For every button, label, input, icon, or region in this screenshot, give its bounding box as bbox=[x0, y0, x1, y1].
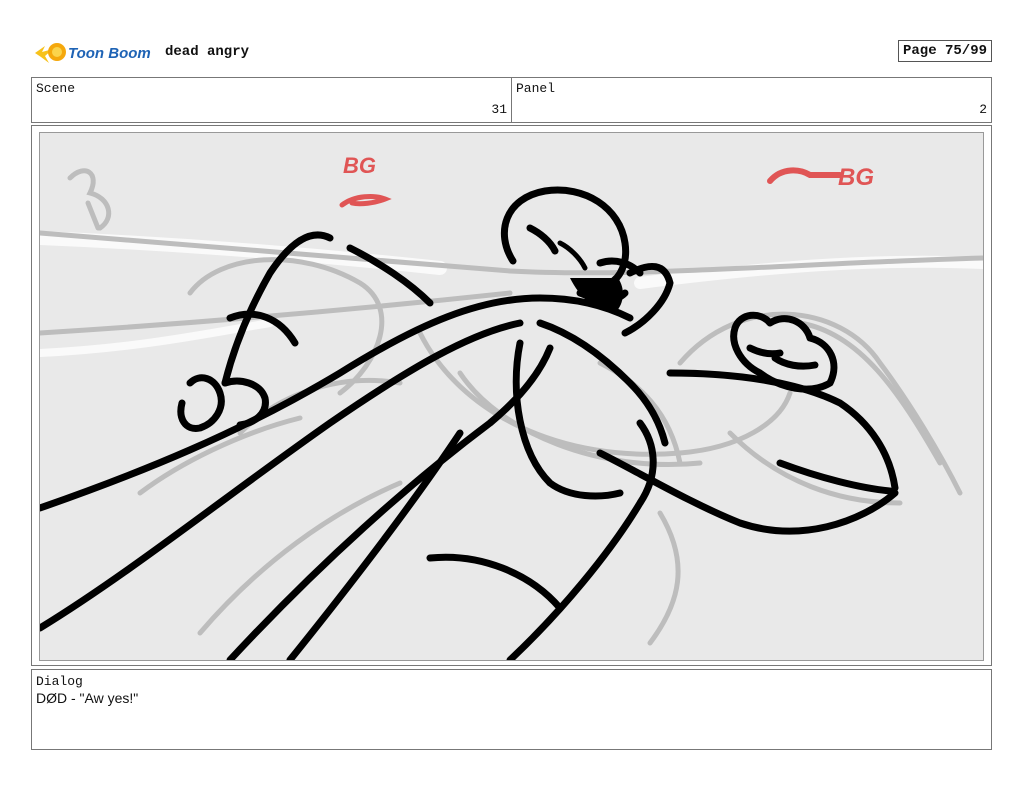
scene-number: 31 bbox=[491, 102, 507, 117]
panel-cell: Panel 2 bbox=[511, 78, 991, 122]
bg-annotation-left: BG bbox=[339, 153, 392, 208]
scene-cell: Scene 31 bbox=[32, 78, 511, 122]
panel-number: 2 bbox=[979, 102, 987, 117]
logo-burst-icon bbox=[35, 43, 66, 63]
scene-label: Scene bbox=[36, 81, 76, 96]
panel-frame: BG BG bbox=[31, 125, 992, 666]
logo-text: Toon Boom bbox=[68, 45, 151, 62]
project-title: dead angry bbox=[165, 44, 250, 60]
storyboard-header: Toon Boom dead angry Page 75/99 bbox=[31, 38, 992, 68]
bg-annotation-right: BG bbox=[767, 164, 874, 191]
toon-boom-logo: Toon Boom bbox=[35, 43, 151, 63]
sketch-drawing: BG BG bbox=[40, 153, 983, 660]
bg-note-left: BG bbox=[343, 153, 376, 178]
dialog-label: Dialog bbox=[36, 674, 83, 689]
storyboard-sketch: BG BG bbox=[39, 132, 984, 661]
dialog-text: DØD - "Aw yes!" bbox=[36, 690, 139, 706]
panel-label: Panel bbox=[516, 81, 556, 96]
bg-note-right: BG bbox=[838, 164, 874, 191]
dialog-box: Dialog DØD - "Aw yes!" bbox=[31, 669, 992, 750]
scene-panel-row: Scene 31 Panel 2 bbox=[31, 77, 992, 123]
page-number: Page 75/99 bbox=[897, 40, 992, 62]
